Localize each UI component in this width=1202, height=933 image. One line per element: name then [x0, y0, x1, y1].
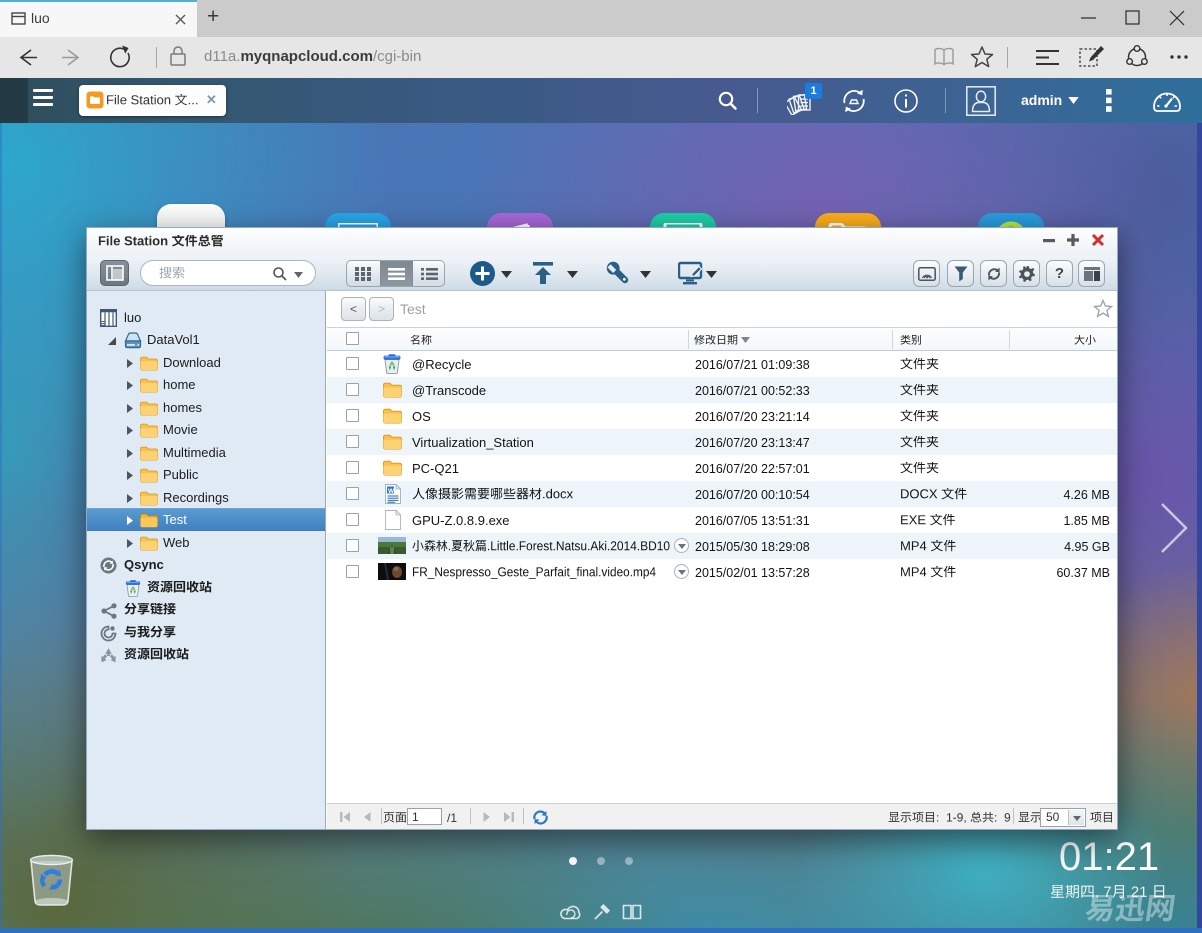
- svg-text:W: W: [388, 488, 395, 495]
